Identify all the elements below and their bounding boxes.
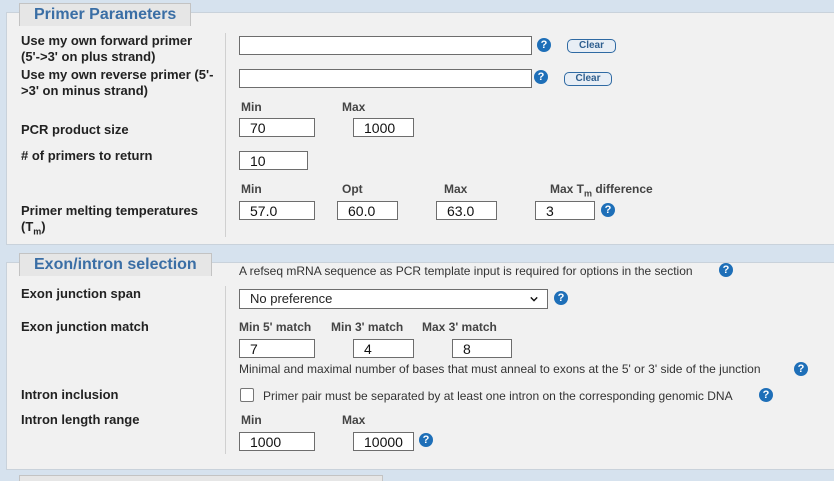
tm-label: Primer melting temperatures (Tm) xyxy=(21,203,221,240)
reverse-primer-input[interactable] xyxy=(239,69,532,88)
reverse-primer-label: Use my own reverse primer (5'->3' on min… xyxy=(21,67,214,98)
intron-inclusion-label: Intron inclusion xyxy=(21,387,119,402)
tm-opt-label: Opt xyxy=(342,182,363,196)
forward-primer-help-icon[interactable]: ? xyxy=(537,38,551,52)
tm-diff-help-icon[interactable]: ? xyxy=(601,203,615,217)
reverse-primer-help-icon[interactable]: ? xyxy=(534,70,548,84)
junction-span-value: No preference xyxy=(250,291,333,306)
match-note-help-icon[interactable]: ? xyxy=(794,362,808,376)
next-section-edge xyxy=(19,475,383,481)
junction-span-label: Exon junction span xyxy=(21,286,141,301)
tm-diff-label: Max Tm difference xyxy=(550,182,653,198)
pcr-max-input[interactable] xyxy=(353,118,414,137)
exon-intron-divider xyxy=(225,286,226,454)
exon-intron-note-help-icon[interactable]: ? xyxy=(719,263,733,277)
max3-label: Max 3' match xyxy=(422,320,497,334)
junction-span-select[interactable]: No preference xyxy=(239,289,548,309)
forward-primer-label: Use my own forward primer (5'->3' on plu… xyxy=(21,33,193,64)
tm-max-input[interactable] xyxy=(436,201,497,220)
intron-max-input[interactable] xyxy=(353,432,414,451)
intron-inclusion-text: Primer pair must be separated by at leas… xyxy=(263,389,733,403)
pcr-product-size-label: PCR product size xyxy=(21,122,129,137)
pcr-min-label: Min xyxy=(241,100,262,114)
exon-intron-legend: Exon/intron selection xyxy=(19,253,212,276)
tm-min-label: Min xyxy=(241,182,262,196)
intron-max-label: Max xyxy=(342,413,366,427)
tm-label-close: ) xyxy=(41,219,46,234)
chevron-down-icon xyxy=(530,296,538,302)
tm-diff-label-sub: m xyxy=(584,188,593,199)
min5-label: Min 5' match xyxy=(239,320,312,334)
tm-diff-input[interactable] xyxy=(535,201,595,220)
min3-input[interactable] xyxy=(353,339,414,358)
tm-label-text: Primer melting temperatures (T xyxy=(21,203,199,234)
tm-diff-label-a: Max T xyxy=(550,182,585,196)
match-note: Minimal and maximal number of bases that… xyxy=(239,362,761,376)
pcr-min-input[interactable] xyxy=(239,118,315,137)
junction-match-label: Exon junction match xyxy=(21,319,149,334)
max3-input[interactable] xyxy=(452,339,512,358)
intron-min-label: Min xyxy=(241,413,262,427)
tm-min-input[interactable] xyxy=(239,201,315,220)
tm-opt-input[interactable] xyxy=(337,201,398,220)
intron-min-input[interactable] xyxy=(239,432,315,451)
junction-span-help-icon[interactable]: ? xyxy=(554,291,568,305)
intron-length-label: Intron length range xyxy=(21,412,140,427)
pcr-max-label: Max xyxy=(342,100,366,114)
intron-inclusion-help-icon[interactable]: ? xyxy=(759,388,773,402)
min5-input[interactable] xyxy=(239,339,315,358)
forward-primer-clear-button[interactable]: Clear xyxy=(567,39,616,53)
exon-intron-note: A refseq mRNA sequence as PCR template i… xyxy=(239,264,693,278)
primer-params-divider xyxy=(225,33,226,237)
tm-max-label: Max xyxy=(444,182,468,196)
min3-label: Min 3' match xyxy=(331,320,404,334)
reverse-primer-clear-button[interactable]: Clear xyxy=(564,72,612,86)
intron-inclusion-checkbox[interactable] xyxy=(240,388,254,402)
num-primers-input[interactable] xyxy=(239,151,308,170)
primer-parameters-legend: Primer Parameters xyxy=(19,3,192,26)
forward-primer-input[interactable] xyxy=(239,36,532,55)
intron-length-help-icon[interactable]: ? xyxy=(419,433,433,447)
tm-diff-label-b: difference xyxy=(592,182,653,196)
num-primers-label: # of primers to return xyxy=(21,148,153,163)
